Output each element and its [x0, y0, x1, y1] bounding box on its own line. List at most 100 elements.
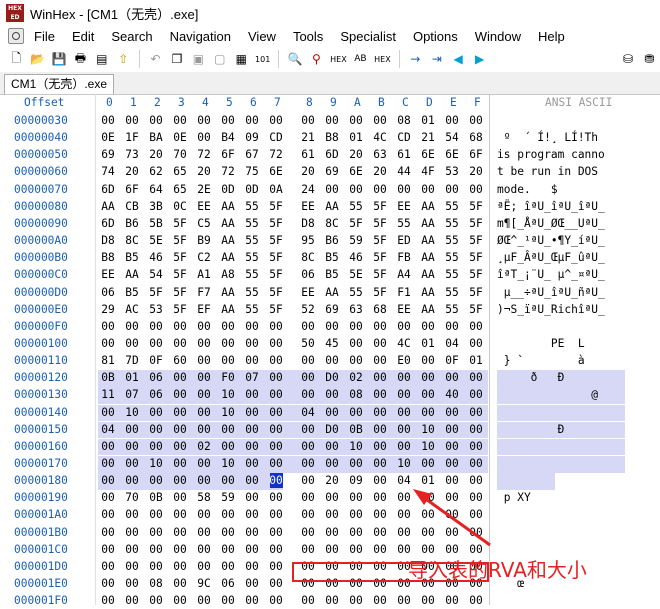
- hex-byte[interactable]: 04: [100, 423, 116, 436]
- hex-byte[interactable]: 00: [396, 440, 412, 453]
- hex-byte[interactable]: 00: [244, 526, 260, 539]
- hex-byte[interactable]: 0E: [172, 131, 188, 144]
- hex-byte[interactable]: 00: [324, 543, 340, 556]
- hex-byte[interactable]: 00: [148, 406, 164, 419]
- hex-byte[interactable]: 01: [348, 131, 364, 144]
- hex-byte[interactable]: 00: [100, 491, 116, 504]
- menu-navigation[interactable]: Navigation: [170, 29, 231, 44]
- hex-byte[interactable]: EE: [396, 200, 412, 213]
- hex-byte[interactable]: 00: [100, 337, 116, 350]
- hex-byte[interactable]: 5F: [468, 268, 484, 281]
- hex-byte[interactable]: 00: [348, 508, 364, 521]
- hex-byte[interactable]: A8: [220, 268, 236, 281]
- hex-byte[interactable]: 5F: [172, 217, 188, 230]
- hex-byte[interactable]: 24: [300, 183, 316, 196]
- hex-byte[interactable]: 00: [268, 491, 284, 504]
- hex-byte[interactable]: 00: [300, 526, 316, 539]
- hex-row[interactable]: 000000A0 D8 8C 5E 5F B9 AA 55 5F 95 B6 59 5F ED AA 55 5F…: [0, 232, 660, 249]
- hex-byte[interactable]: F7: [196, 286, 212, 299]
- hex-byte[interactable]: 00: [396, 594, 412, 607]
- hex-byte[interactable]: 00: [244, 406, 260, 419]
- hex-byte[interactable]: 00: [420, 354, 436, 367]
- hex-byte[interactable]: 00: [172, 508, 188, 521]
- hex-byte[interactable]: 55: [396, 217, 412, 230]
- hex-byte[interactable]: 6F: [124, 183, 140, 196]
- hex-byte[interactable]: 00: [444, 423, 460, 436]
- hex-byte[interactable]: 10: [220, 457, 236, 470]
- hex-byte[interactable]: 00: [268, 474, 284, 487]
- hex-byte[interactable]: 0F: [148, 354, 164, 367]
- replace-text-icon[interactable]: AB: [353, 51, 368, 68]
- hex-byte[interactable]: 04: [300, 406, 316, 419]
- hex-byte[interactable]: 00: [124, 457, 140, 470]
- hex-byte[interactable]: 01: [420, 474, 436, 487]
- hex-byte[interactable]: 00: [444, 406, 460, 419]
- hex-row[interactable]: 00000090 6D B6 5B 5F C5 AA 55 5F D8 8C 5F 5F 55 AA 55 5F…: [0, 215, 660, 232]
- hex-byte[interactable]: 5F: [172, 251, 188, 264]
- hex-byte[interactable]: 00: [172, 560, 188, 573]
- hex-row[interactable]: 00000030 00 00 00 00 00 00 00 00 00 00 00 00 08 01 00 00: [0, 112, 660, 129]
- hex-byte[interactable]: 00: [196, 320, 212, 333]
- hex-byte[interactable]: 00: [324, 526, 340, 539]
- hex-byte[interactable]: 00: [244, 440, 260, 453]
- hex-byte[interactable]: 00: [468, 406, 484, 419]
- hex-byte[interactable]: 00: [100, 114, 116, 127]
- hex-byte[interactable]: 5F: [268, 200, 284, 213]
- hex-row[interactable]: 00000050 69 73 20 70 72 6F 67 72 61 6D 20 63 61 6E 6E 6F…: [0, 146, 660, 163]
- hex-byte[interactable]: 6D: [100, 183, 116, 196]
- hex-byte[interactable]: 00: [148, 508, 164, 521]
- hex-byte[interactable]: 4C: [372, 131, 388, 144]
- hex-byte[interactable]: 0B: [348, 423, 364, 436]
- hex-byte[interactable]: 5F: [172, 234, 188, 247]
- hex-byte[interactable]: 20: [148, 148, 164, 161]
- hex-byte[interactable]: 00: [348, 354, 364, 367]
- hex-row[interactable]: 000000C0 EE AA 54 5F A1 A8 55 5F 06 B5 5E 5F A4 AA 55 5F…: [0, 266, 660, 283]
- hex-row[interactable]: 00000160 00 00 00 00 02 00 00 00 00 00 10 00 00 10 00 00: [0, 438, 660, 455]
- hex-byte[interactable]: 00: [124, 577, 140, 590]
- hex-byte[interactable]: 63: [348, 303, 364, 316]
- hex-byte[interactable]: 09: [244, 131, 260, 144]
- hex-byte[interactable]: 10: [420, 423, 436, 436]
- hex-byte[interactable]: 01: [420, 337, 436, 350]
- hex-byte[interactable]: 00: [372, 526, 388, 539]
- hex-byte[interactable]: 00: [300, 474, 316, 487]
- hex-row[interactable]: 00000120 0B 01 06 00 00 F0 07 00 00 D0 02 00 00 00 00 00…: [0, 369, 660, 386]
- hex-byte[interactable]: 0D: [220, 183, 236, 196]
- hex-byte[interactable]: 00: [172, 474, 188, 487]
- hex-byte[interactable]: 00: [124, 543, 140, 556]
- hex-byte[interactable]: AC: [124, 303, 140, 316]
- hex-byte[interactable]: 00: [100, 543, 116, 556]
- hex-row[interactable]: 00000190 00 70 0B 00 58 59 00 00 00 00 00 00 00 00 00 00…: [0, 489, 660, 506]
- hex-byte[interactable]: 00: [324, 320, 340, 333]
- hex-byte[interactable]: 00: [196, 406, 212, 419]
- hex-byte[interactable]: 5F: [268, 286, 284, 299]
- hex-byte[interactable]: 00: [300, 508, 316, 521]
- hex-byte[interactable]: 00: [348, 457, 364, 470]
- hex-byte[interactable]: 00: [220, 594, 236, 607]
- cut-icon[interactable]: ▢: [212, 51, 227, 68]
- hex-byte[interactable]: 00: [348, 594, 364, 607]
- hex-byte[interactable]: 00: [220, 440, 236, 453]
- hex-byte[interactable]: 00: [324, 406, 340, 419]
- hex-byte[interactable]: 00: [468, 337, 484, 350]
- hex-byte[interactable]: 00: [268, 508, 284, 521]
- hex-byte[interactable]: 00: [124, 474, 140, 487]
- hex-byte[interactable]: ED: [396, 234, 412, 247]
- hex-byte[interactable]: 00: [444, 114, 460, 127]
- hex-byte[interactable]: 06: [100, 286, 116, 299]
- hex-byte[interactable]: 00: [100, 474, 116, 487]
- hex-byte[interactable]: 00: [444, 508, 460, 521]
- tab-cm1-exe[interactable]: CM1（无壳）.exe: [4, 74, 115, 94]
- hex-byte[interactable]: 5F: [372, 251, 388, 264]
- hex-byte[interactable]: 00: [196, 474, 212, 487]
- hex-byte[interactable]: 00: [196, 457, 212, 470]
- hex-byte[interactable]: 55: [444, 268, 460, 281]
- hex-byte[interactable]: 00: [220, 474, 236, 487]
- hex-byte[interactable]: 00: [196, 131, 212, 144]
- hex-byte[interactable]: B5: [124, 286, 140, 299]
- hex-byte[interactable]: 00: [268, 406, 284, 419]
- hex-byte[interactable]: 00: [172, 577, 188, 590]
- hex-byte[interactable]: 5F: [372, 217, 388, 230]
- find-icon[interactable]: 🔍: [287, 51, 303, 68]
- hex-byte[interactable]: 00: [220, 114, 236, 127]
